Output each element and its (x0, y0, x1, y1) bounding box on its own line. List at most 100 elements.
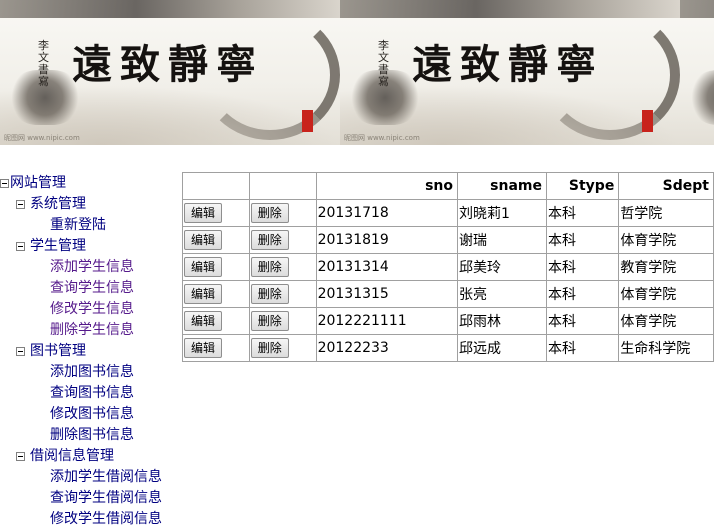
tree-item-label[interactable]: 查询学生信息 (50, 280, 134, 296)
edit-cell: 编辑 (182, 253, 250, 281)
cell-sname: 张亮 (456, 280, 547, 308)
delete-button[interactable]: 删除 (250, 338, 289, 358)
edit-button[interactable]: 编辑 (184, 284, 223, 304)
tree-item-add-book[interactable]: 添加图书信息 (50, 362, 134, 382)
delete-cell: 删除 (248, 253, 317, 281)
banner-image: 李文書寫 遠致靜寧 昵图网 www.nipic.com (340, 0, 680, 145)
tree-item-query-student[interactable]: 查询学生信息 (50, 278, 134, 298)
collapse-icon[interactable] (16, 347, 25, 356)
banner-seal (642, 110, 653, 132)
tree-item-query-borrow[interactable]: 查询学生借阅信息 (50, 488, 162, 508)
cell-sno: 20131718 (315, 199, 458, 227)
header-cell-edit (182, 172, 250, 200)
tree-item-label[interactable]: 添加图书信息 (50, 364, 134, 380)
edit-button[interactable]: 编辑 (184, 257, 223, 277)
cell-sname: 邱雨林 (456, 307, 547, 335)
delete-button[interactable]: 删除 (250, 284, 289, 304)
tree-item-label[interactable]: 删除学生信息 (50, 322, 134, 338)
tree-group-label[interactable]: 系统管理 (30, 194, 86, 214)
header-banner: 李文書寫 遠致靜寧 昵图网 www.nipic.com 李文書寫 遠致靜寧 昵图… (0, 0, 714, 145)
edit-button[interactable]: 编辑 (184, 203, 223, 223)
tree-item-label[interactable]: 查询学生借阅信息 (50, 490, 162, 506)
cell-sdept: 体育学院 (618, 226, 714, 254)
header-cell-sno: sno (315, 172, 458, 200)
table-row: 编辑 删除 20131314 邱美玲 本科 教育学院 (182, 253, 714, 281)
table-row: 编辑 删除 20131315 张亮 本科 体育学院 (182, 280, 714, 308)
cell-sname: 刘晓莉1 (456, 199, 547, 227)
cell-sname: 谢瑞 (456, 226, 547, 254)
cell-sname: 邱美玲 (456, 253, 547, 281)
tree-item-label[interactable]: 重新登陆 (50, 217, 106, 233)
tree-item-add-student[interactable]: 添加学生信息 (50, 257, 134, 277)
header-cell-stype: Stype (545, 172, 620, 200)
tree-item-label[interactable]: 查询图书信息 (50, 385, 134, 401)
edit-button[interactable]: 编辑 (184, 311, 223, 331)
collapse-icon[interactable] (16, 452, 25, 461)
tree-item-modify-borrow[interactable]: 修改学生借阅信息 (50, 509, 162, 529)
student-grid: sno sname Stype Sdept 编辑 删除 20131718 刘晓莉… (182, 172, 714, 362)
tree-item-label[interactable]: 删除图书信息 (50, 427, 134, 443)
banner-calligraphy: 遠致靜寧 (72, 41, 264, 88)
delete-button[interactable]: 删除 (250, 311, 289, 331)
table-row: 编辑 删除 20131819 谢瑞 本科 体育学院 (182, 226, 714, 254)
banner-watermark: 昵图网 www.nipic.com (4, 134, 80, 142)
banner-image (680, 0, 714, 145)
cell-stype: 本科 (545, 226, 620, 254)
cell-stype: 本科 (545, 280, 620, 308)
banner-ink-landscape (690, 70, 714, 125)
banner-small-calligraphy: 李文書寫 (38, 39, 49, 88)
table-row: 编辑 删除 20131718 刘晓莉1 本科 哲学院 (182, 199, 714, 227)
cell-sdept: 哲学院 (618, 199, 714, 227)
cell-sdept: 教育学院 (618, 253, 714, 281)
banner-brush-stroke (680, 0, 714, 18)
cell-sdept: 体育学院 (618, 280, 714, 308)
tree-item-label[interactable]: 修改图书信息 (50, 406, 134, 422)
tree-item-delete-book[interactable]: 删除图书信息 (50, 425, 134, 445)
edit-cell: 编辑 (182, 307, 250, 335)
cell-sdept: 体育学院 (618, 307, 714, 335)
collapse-icon[interactable] (16, 200, 25, 209)
banner-small-calligraphy: 李文書寫 (378, 39, 389, 88)
tree-item-relogin[interactable]: 重新登陆 (50, 215, 106, 235)
delete-cell: 删除 (248, 280, 317, 308)
tree-group-label[interactable]: 学生管理 (30, 236, 86, 256)
tree-item-modify-student[interactable]: 修改学生信息 (50, 299, 134, 319)
delete-cell: 删除 (248, 334, 317, 362)
cell-stype: 本科 (545, 253, 620, 281)
header-cell-sname: sname (456, 172, 547, 200)
cell-sno: 20122233 (315, 334, 458, 362)
banner-watermark: 昵图网 www.nipic.com (344, 134, 420, 142)
tree-item-label[interactable]: 添加学生借阅信息 (50, 469, 162, 485)
edit-cell: 编辑 (182, 226, 250, 254)
table-row: 编辑 删除 2012221111 邱雨林 本科 体育学院 (182, 307, 714, 335)
cell-sdept: 生命科学院 (618, 334, 714, 362)
tree-item-query-book[interactable]: 查询图书信息 (50, 383, 134, 403)
grid-header-row: sno sname Stype Sdept (182, 172, 714, 200)
tree-item-label[interactable]: 添加学生信息 (50, 259, 134, 275)
banner-calligraphy: 遠致靜寧 (412, 41, 604, 88)
tree-item-delete-student[interactable]: 删除学生信息 (50, 320, 134, 340)
edit-button[interactable]: 编辑 (184, 338, 223, 358)
delete-button[interactable]: 删除 (250, 257, 289, 277)
tree-group-label[interactable]: 图书管理 (30, 341, 86, 361)
tree-group-label[interactable]: 借阅信息管理 (30, 446, 114, 466)
collapse-icon[interactable] (0, 179, 9, 188)
edit-cell: 编辑 (182, 199, 250, 227)
tree-item-label[interactable]: 修改学生信息 (50, 301, 134, 317)
collapse-icon[interactable] (16, 242, 25, 251)
delete-button[interactable]: 删除 (250, 203, 289, 223)
banner-image: 李文書寫 遠致靜寧 昵图网 www.nipic.com (0, 0, 340, 145)
tree-item-modify-book[interactable]: 修改图书信息 (50, 404, 134, 424)
delete-cell: 删除 (248, 226, 317, 254)
table-row: 编辑 删除 20122233 邱远成 本科 生命科学院 (182, 334, 714, 362)
banner-seal (302, 110, 313, 132)
cell-sno: 2012221111 (315, 307, 458, 335)
edit-cell: 编辑 (182, 280, 250, 308)
tree-root-label[interactable]: 网站管理 (10, 173, 66, 193)
edit-button[interactable]: 编辑 (184, 230, 223, 250)
tree-item-add-borrow[interactable]: 添加学生借阅信息 (50, 467, 162, 487)
tree-item-label[interactable]: 修改学生借阅信息 (50, 511, 162, 527)
cell-stype: 本科 (545, 334, 620, 362)
header-cell-sdept: Sdept (618, 172, 714, 200)
delete-button[interactable]: 删除 (250, 230, 289, 250)
